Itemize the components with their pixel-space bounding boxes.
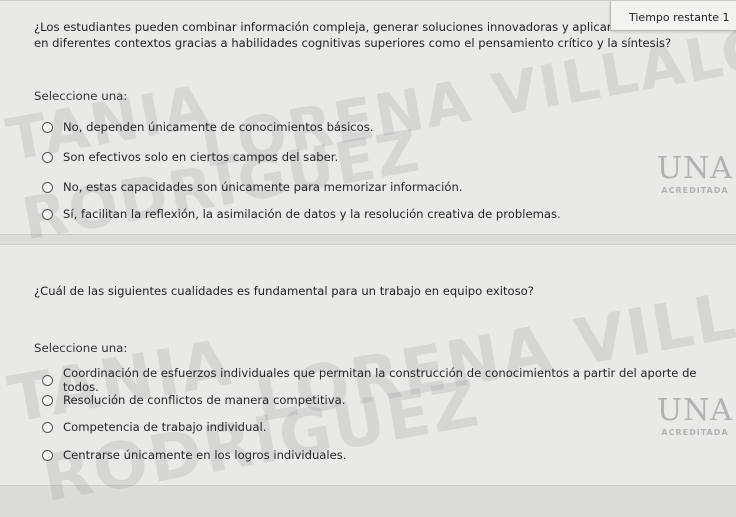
answer-option[interactable]: No, dependen únicamente de conocimientos… — [42, 120, 374, 134]
question-card-2: LORENA VILLALOBOS TANIA RODRIGUEZ ¿Cuál … — [0, 227, 736, 517]
radio-button[interactable] — [42, 421, 53, 433]
radio-button[interactable] — [42, 181, 53, 193]
answer-option[interactable]: No, estas capacidades son únicamente par… — [42, 180, 463, 194]
university-logo: UNA ACREDITADA — [656, 151, 734, 195]
radio-button[interactable] — [42, 121, 53, 133]
answer-option[interactable]: Sí, facilitan la reflexión, la asimilaci… — [42, 207, 561, 221]
radio-button[interactable] — [42, 394, 53, 406]
radio-button[interactable] — [42, 208, 53, 220]
answer-option[interactable]: Coordinación de esfuerzos individuales q… — [42, 366, 736, 394]
option-label: Son efectivos solo en ciertos campos del… — [63, 150, 339, 164]
answer-option[interactable]: Resolución de conflictos de manera compe… — [42, 393, 345, 407]
time-remaining-panel: Tiempo restante 1 — [610, 1, 736, 31]
answer-option[interactable]: Centrarse únicamente en los logros indiv… — [42, 448, 347, 462]
answer-option[interactable]: Competencia de trabajo individual. — [42, 420, 266, 434]
radio-button[interactable] — [42, 151, 53, 163]
option-label: No, dependen únicamente de conocimientos… — [63, 120, 374, 134]
option-label: Sí, facilitan la reflexión, la asimilaci… — [63, 207, 561, 221]
question-card-1: LORENA VILLALOBOS TANIA RODRIGUEZ ¿Los e… — [0, 0, 736, 253]
option-label: Competencia de trabajo individual. — [63, 420, 267, 434]
option-label: Resolución de conflictos de manera compe… — [63, 393, 346, 407]
option-label: Centrarse únicamente en los logros indiv… — [63, 448, 347, 462]
select-prompt: Seleccione una: — [34, 341, 128, 355]
select-prompt: Seleccione una: — [34, 89, 128, 103]
option-label: Coordinación de esfuerzos individuales q… — [63, 366, 697, 394]
question-text: ¿Cuál de las siguientes cualidades es fu… — [34, 284, 534, 298]
radio-button[interactable] — [42, 449, 53, 461]
option-label: No, estas capacidades son únicamente par… — [63, 180, 463, 194]
answer-option[interactable]: Son efectivos solo en ciertos campos del… — [42, 150, 338, 164]
radio-button[interactable] — [42, 374, 53, 386]
university-logo: UNA ACREDITADA — [656, 393, 734, 437]
